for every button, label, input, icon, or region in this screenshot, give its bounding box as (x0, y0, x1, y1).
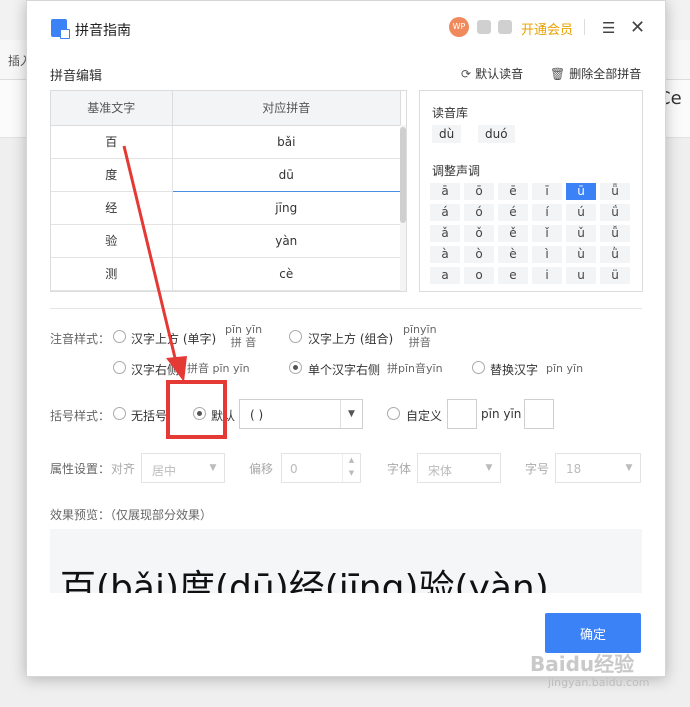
baidu-watermark-url: jingyan.baidu.com (548, 676, 650, 689)
annotation-arrow (122, 145, 187, 382)
baidu-watermark: Baidu经验 (530, 652, 635, 676)
annotation-highlight-box (166, 380, 227, 439)
